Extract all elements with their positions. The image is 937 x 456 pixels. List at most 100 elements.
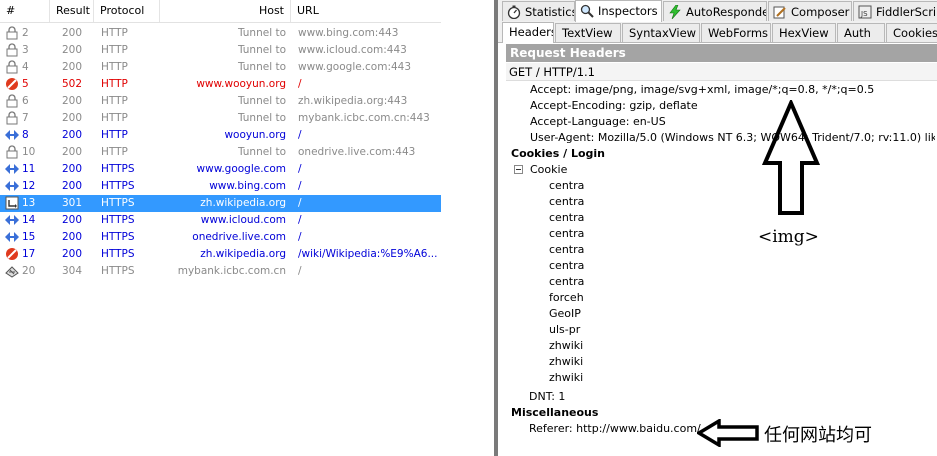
tab-statistics-label: Statistics [525, 5, 575, 19]
cookie-item[interactable]: forceh [549, 290, 584, 306]
session-row-11[interactable]: 11 200 HTTPS www.google.com / [0, 161, 441, 178]
session-url: / [298, 163, 302, 175]
sub-tab-bar: Headers TextView SyntaxView WebForms Hex… [498, 22, 937, 43]
session-number: 4 [22, 61, 29, 73]
tab-composer-label: Composer [791, 5, 850, 19]
empty-area [441, 0, 494, 456]
tab-inspectors[interactable]: Inspectors [575, 0, 662, 22]
session-row-20[interactable]: 20 304 HTTPS mybank.icbc.com.cn / [0, 263, 441, 280]
session-result: 200 [62, 180, 83, 192]
subtab-headers[interactable]: Headers [502, 22, 554, 43]
session-number: 20 [22, 265, 36, 277]
session-row-6[interactable]: 6 200 HTTP Tunnel to zh.wikipedia.org:443 [0, 93, 441, 110]
session-row-12[interactable]: 12 200 HTTPS www.bing.com / [0, 178, 441, 195]
session-host: Tunnel to [237, 146, 286, 158]
js-icon: JS [858, 5, 872, 19]
cookie-item[interactable]: centra [549, 210, 584, 226]
session-row-7[interactable]: 7 200 HTTP Tunnel to mybank.icbc.com.cn:443 [0, 110, 441, 127]
session-url: / [298, 197, 302, 209]
main-tab-bar: Statistics Inspectors AutoResponder Comp… [498, 0, 937, 23]
column-header-url[interactable]: URL [291, 0, 441, 22]
subtab-syntaxview[interactable]: SyntaxView [622, 23, 700, 42]
session-url: / [298, 78, 302, 90]
cookie-item[interactable]: centra [549, 258, 584, 274]
column-header-result[interactable]: Result [50, 0, 94, 22]
session-result: 200 [62, 129, 83, 141]
session-host: Tunnel to [237, 61, 286, 73]
session-url: / [298, 231, 302, 243]
session-result: 502 [62, 78, 83, 90]
subtab-auth[interactable]: Auth [837, 23, 885, 42]
column-header-host[interactable]: Host [160, 0, 291, 22]
header-accept-encoding[interactable]: Accept-Encoding: gzip, deflate [530, 98, 698, 114]
cookie-item[interactable]: centra [549, 274, 584, 290]
cookie-item[interactable]: zhwiki [549, 338, 583, 354]
cookie-item[interactable]: centra [549, 242, 584, 258]
session-row-4[interactable]: 4 200 HTTP Tunnel to www.google.com:443 [0, 59, 441, 76]
redirect-icon [5, 196, 19, 210]
cookie-item[interactable]: zhwiki [549, 354, 583, 370]
column-header-number[interactable]: # [0, 0, 50, 22]
session-host: Tunnel to [237, 44, 286, 56]
header-user-agent[interactable]: User-Agent: Mozilla/5.0 (Windows NT 6.3;… [530, 130, 935, 146]
header-accept[interactable]: Accept: image/png, image/svg+xml, image/… [530, 82, 874, 98]
session-url: onedrive.live.com:443 [298, 146, 416, 158]
session-url: www.google.com:443 [298, 61, 412, 73]
session-row-5[interactable]: 5 502 HTTP www.wooyun.org / [0, 76, 441, 93]
session-row-13[interactable]: 13 301 HTTPS zh.wikipedia.org / [0, 195, 441, 212]
tab-composer[interactable]: Composer [768, 1, 852, 21]
session-result: 200 [62, 231, 83, 243]
session-number: 8 [22, 129, 29, 141]
subtab-textview[interactable]: TextView [555, 23, 621, 42]
session-row-10[interactable]: 10 200 HTTP Tunnel to onedrive.live.com:443 [0, 144, 441, 161]
session-list[interactable]: # Result Protocol Host URL 2 200 HTTP Tunne… [0, 0, 441, 456]
session-row-8[interactable]: 8 200 HTTP wooyun.org / [0, 127, 441, 144]
session-result: 200 [62, 61, 83, 73]
tab-fiddlerscript[interactable]: JS FiddlerScript [853, 1, 937, 21]
session-number: 2 [22, 27, 29, 39]
subtab-webforms[interactable]: WebForms [701, 23, 771, 42]
cookie-item[interactable]: zhwiki [549, 370, 583, 386]
session-number: 12 [22, 180, 36, 192]
cookie-item[interactable]: centra [549, 194, 584, 210]
session-host: www.icloud.com [200, 214, 286, 226]
cookie-item[interactable]: centra [549, 178, 584, 194]
session-result: 200 [62, 214, 83, 226]
lock-icon [5, 145, 19, 159]
session-host: www.wooyun.org [196, 78, 286, 90]
session-row-15[interactable]: 15 200 HTTPS onedrive.live.com / [0, 229, 441, 246]
arrows-icon [5, 128, 19, 142]
column-header-protocol[interactable]: Protocol [94, 0, 160, 22]
session-row-2[interactable]: 2 200 HTTP Tunnel to www.bing.com:443 [0, 25, 441, 42]
session-host: Tunnel to [237, 112, 286, 124]
subtab-hexview[interactable]: HexView [772, 23, 836, 42]
cookie-item[interactable]: uls-pr [549, 322, 580, 338]
header-dnt[interactable]: DNT: 1 [529, 389, 565, 405]
lock-icon [5, 43, 19, 57]
cookie-item[interactable]: centra [549, 226, 584, 242]
session-url: / [298, 214, 302, 226]
session-host: mybank.icbc.com.cn [177, 265, 286, 277]
session-number: 13 [22, 197, 36, 209]
session-number: 3 [22, 44, 29, 56]
session-row-17[interactable]: 17 200 HTTPS zh.wikipedia.org/wiki/Wikipedi… [0, 246, 441, 263]
session-result: 200 [62, 146, 83, 158]
session-result: 200 [62, 163, 83, 175]
arrows-icon [5, 213, 19, 227]
header-referer[interactable]: Referer: http://www.baidu.com/ [529, 421, 701, 437]
cookie-item[interactable]: GeoIP [549, 306, 581, 322]
subtab-cookies[interactable]: Cookies [886, 23, 937, 42]
header-accept-language[interactable]: Accept-Language: en-US [530, 114, 666, 130]
session-url: / [298, 265, 302, 277]
session-result: 304 [62, 265, 83, 277]
collapse-toggle-icon[interactable] [514, 165, 523, 174]
cache-icon [5, 264, 19, 278]
arrows-icon [5, 230, 19, 244]
session-row-3[interactable]: 3 200 HTTP Tunnel to www.icloud.com:443 [0, 42, 441, 59]
tab-statistics[interactable]: Statistics [502, 1, 575, 21]
lock-icon [5, 26, 19, 40]
session-row-14[interactable]: 14 200 HTTPS www.icloud.com / [0, 212, 441, 229]
tab-autoresponder[interactable]: AutoResponder [663, 1, 767, 21]
session-url: mybank.icbc.com.cn:443 [298, 112, 430, 124]
cookie-node[interactable]: Cookie [530, 162, 567, 178]
